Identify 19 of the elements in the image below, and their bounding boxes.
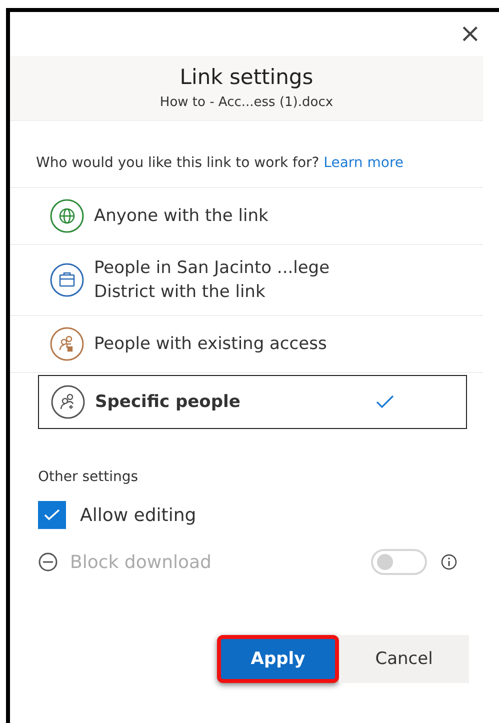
info-icon [441, 554, 457, 570]
close-button[interactable]: × [459, 20, 481, 48]
allow-editing-checkbox[interactable] [38, 501, 66, 529]
cancel-button[interactable]: Cancel [339, 635, 469, 683]
file-name: How to - Acc...ess (1).docx [160, 95, 334, 110]
audience-question: Who would you like this link to work for? Learn more [10, 121, 483, 188]
section-heading: Other settings [38, 469, 140, 485]
dialog-title: Link settings [180, 65, 314, 89]
checkbox-label: Allow editing [80, 504, 196, 526]
checkmark-icon [375, 394, 395, 410]
apply-button[interactable]: Apply [217, 635, 339, 683]
minus-circle-icon [38, 552, 58, 572]
check-icon [43, 508, 61, 522]
audience-option[interactable]: Specific people [38, 375, 467, 429]
audience-option[interactable]: Anyone with the link [10, 188, 483, 245]
audience-option[interactable]: People in San Jacinto ...lege District with the link [10, 245, 483, 316]
audience-option[interactable]: People with existing access [10, 316, 483, 373]
block-download-label: Block download [70, 552, 212, 572]
learn-more-link[interactable]: Learn more [324, 155, 404, 171]
